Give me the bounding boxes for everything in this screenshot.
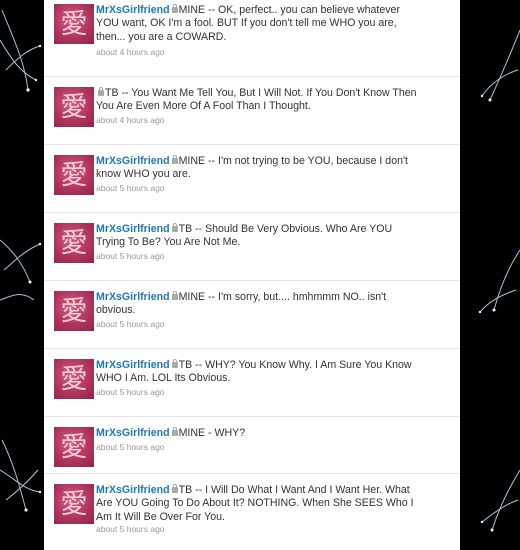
lock-icon: [171, 223, 178, 232]
timestamp-link[interactable]: about 4 hours ago: [96, 47, 165, 57]
avatar[interactable]: 愛: [54, 427, 94, 467]
tweet-body: MrXsGirlfriend TB -- WHY? You Know Why. I…: [96, 359, 422, 386]
lock-icon: [171, 291, 178, 300]
tweet-timeline: 愛 MrXsGirlfriend MINE -- OK, perfect.. yo…: [44, 0, 460, 550]
avatar[interactable]: 愛: [54, 87, 94, 127]
tweet-text: TB -- You Want Me Tell You, But I Will N…: [96, 87, 417, 113]
lock-icon: [98, 87, 104, 96]
avatar-glyph: 愛: [60, 363, 88, 395]
avatar-glyph: 愛: [60, 295, 88, 327]
avatar-glyph: 愛: [60, 8, 88, 40]
timestamp-link[interactable]: about 5 hours ago: [96, 319, 165, 329]
background-left: [0, 0, 44, 550]
tweet-body: MrXsGirlfriend TB -- Should Be Very Obvio…: [96, 223, 422, 250]
timestamp-link[interactable]: about 5 hours ago: [96, 251, 165, 261]
avatar[interactable]: 愛: [54, 4, 94, 44]
avatar-glyph: 愛: [60, 431, 88, 463]
tweet-item: 愛 MrXsGirlfriend TB -- Should Be Very Obv…: [44, 213, 460, 281]
sparkle-decoration-right: [478, 29, 520, 532]
tweet-item: 愛 MrXsGirlfriend TB -- WHY? You Know Why.…: [44, 349, 460, 417]
username-link[interactable]: MrXsGirlfriend: [96, 291, 170, 303]
tweet-body: MrXsGirlfriend MINE -- I'm sorry, but....…: [96, 291, 422, 318]
lock-icon: [171, 4, 178, 13]
tweet-body: TB -- You Want Me Tell You, But I Will N…: [96, 87, 422, 114]
tweet-item: 愛 MrXsGirlfriend MINE -- OK, perfect.. yo…: [44, 0, 460, 77]
username-link[interactable]: MrXsGirlfriend: [96, 359, 170, 371]
avatar[interactable]: 愛: [54, 291, 94, 331]
username-link[interactable]: MrXsGirlfriend: [96, 223, 170, 235]
timestamp-link[interactable]: about 5 hours ago: [96, 183, 165, 193]
tweet-body: MrXsGirlfriend MINE -- OK, perfect.. you …: [96, 4, 422, 44]
avatar[interactable]: 愛: [54, 359, 94, 399]
background-right: [460, 0, 520, 550]
username-link[interactable]: MrXsGirlfriend: [96, 427, 170, 439]
tweet-item: 愛 MrXsGirlfriend MINE -- I'm sorry, but..…: [44, 281, 460, 349]
tweet-text: MINE - WHY?: [178, 427, 246, 439]
tweet-body: MrXsGirlfriend TB -- I Will Do What I Wan…: [96, 484, 422, 524]
tweet-body: MrXsGirlfriend MINE - WHY?: [96, 427, 422, 440]
avatar-glyph: 愛: [60, 159, 88, 191]
tweet-item: 愛 TB -- You Want Me Tell You, But I Will…: [44, 77, 460, 145]
avatar-glyph: 愛: [60, 227, 88, 259]
avatar[interactable]: 愛: [54, 223, 94, 263]
sparkle-decoration-left: [0, 9, 42, 512]
username-link[interactable]: MrXsGirlfriend: [96, 4, 170, 16]
tweet-item: 愛 MrXsGirlfriend TB -- I Will Do What I W…: [44, 474, 460, 550]
lock-icon: [171, 359, 178, 368]
tweet-body: MrXsGirlfriend MINE -- I'm not trying to …: [96, 155, 422, 182]
lock-icon: [171, 484, 178, 493]
timestamp-link[interactable]: about 5 hours ago: [96, 524, 165, 534]
timestamp-link[interactable]: about 4 hours ago: [96, 115, 165, 125]
avatar-glyph: 愛: [60, 91, 88, 123]
avatar-glyph: 愛: [60, 488, 88, 520]
lock-icon: [171, 427, 178, 436]
lock-icon: [171, 155, 178, 164]
timestamp-link[interactable]: about 5 hours ago: [96, 387, 165, 397]
timestamp-link[interactable]: about 5 hours ago: [96, 442, 165, 452]
avatar[interactable]: 愛: [54, 484, 94, 524]
tweet-item: 愛 MrXsGirlfriend MINE -- I'm not trying t…: [44, 145, 460, 213]
username-link[interactable]: MrXsGirlfriend: [96, 155, 170, 167]
username-link[interactable]: MrXsGirlfriend: [96, 484, 170, 496]
tweet-item: 愛 MrXsGirlfriend MINE - WHY? about 5 hour…: [44, 417, 460, 474]
avatar[interactable]: 愛: [54, 155, 94, 195]
